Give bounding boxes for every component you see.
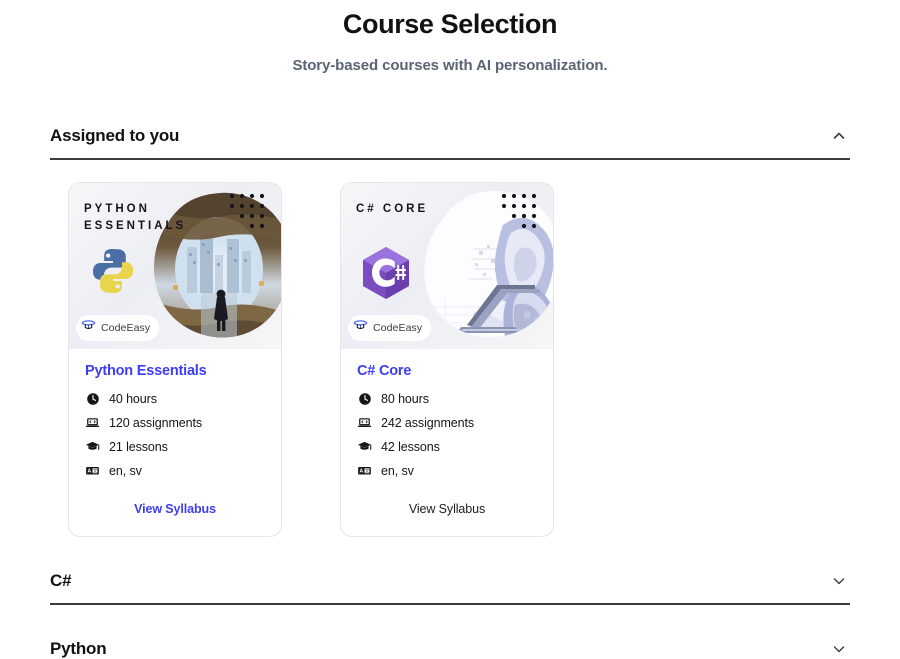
course-meta-hours-text-python: 40 hours	[109, 391, 157, 406]
course-card-body-csharp: C# Core 80 hours 242 assignments 42 less…	[341, 349, 553, 536]
brand-name-csharp: CodeEasy	[373, 322, 423, 334]
course-title-link-csharp[interactable]: C# Core	[357, 363, 537, 379]
accordion-section-assigned: Assigned to you PYTHON ESSENTIALS CodeEa…	[50, 114, 850, 537]
course-meta-hours-python: 40 hours	[85, 391, 265, 406]
course-meta-assignments-csharp: 242 assignments	[357, 415, 537, 430]
course-card-python-essentials[interactable]: PYTHON ESSENTIALS CodeEasy Python Essent…	[68, 182, 282, 537]
accordion-title-assigned: Assigned to you	[50, 126, 180, 145]
accordion-header-python[interactable]: Python	[50, 627, 850, 659]
brand-badge-codeeasy-python: CodeEasy	[76, 315, 160, 341]
clock-icon	[85, 391, 100, 406]
view-syllabus-link-python[interactable]: View Syllabus	[134, 502, 216, 516]
chevron-up-icon[interactable]	[828, 125, 850, 147]
accordion-header-csharp[interactable]: C#	[50, 559, 850, 605]
course-meta-assignments-text-python: 120 assignments	[109, 415, 203, 430]
course-meta-hours-csharp: 80 hours	[357, 391, 537, 406]
dot-grid-decoration	[499, 191, 545, 233]
accordion-header-assigned[interactable]: Assigned to you	[50, 114, 850, 160]
course-selection-page: Course Selection Story-based courses wit…	[0, 0, 900, 659]
translate-icon: A 文	[85, 463, 100, 478]
page-title: Course Selection	[342, 9, 558, 39]
svg-text:文: 文	[365, 467, 370, 474]
thumbnail-title-csharp: C# CORE	[356, 203, 429, 215]
course-meta-assignments-text-csharp: 242 assignments	[381, 415, 475, 430]
python-logo-icon	[87, 245, 139, 302]
svg-text:A: A	[359, 469, 363, 475]
translate-icon: A 文	[357, 463, 372, 478]
graduation-cap-icon	[353, 318, 368, 338]
page-header: Course Selection Story-based courses wit…	[0, 0, 900, 76]
course-meta-languages-text-python: en, sv	[109, 463, 142, 478]
svg-text:文: 文	[93, 467, 98, 474]
course-thumbnail-python: PYTHON ESSENTIALS CodeEasy	[69, 183, 281, 349]
brand-badge-codeeasy-csharp: CodeEasy	[348, 315, 432, 341]
course-meta-lessons-text-csharp: 42 lessons	[381, 439, 440, 454]
laptop-code-icon	[85, 415, 100, 430]
course-meta-lessons-python: 21 lessons	[85, 439, 265, 454]
course-card-csharp-core[interactable]: C# CORE CodeEasy C# Core 80 hours 242 as…	[340, 182, 554, 537]
dot-grid-decoration	[227, 191, 273, 233]
graduation-cap-icon	[81, 318, 96, 338]
chevron-down-icon[interactable]	[828, 570, 850, 592]
course-title-link-python[interactable]: Python Essentials	[85, 363, 265, 379]
accordion-section-csharp: C#	[50, 559, 850, 605]
accordion-section-python: Python	[50, 627, 850, 659]
syllabus-row-python: View Syllabus	[85, 487, 265, 536]
course-meta-languages-text-csharp: en, sv	[381, 463, 414, 478]
clock-icon	[357, 391, 372, 406]
course-meta-lessons-csharp: 42 lessons	[357, 439, 537, 454]
chevron-down-icon[interactable]	[828, 638, 850, 659]
course-meta-assignments-python: 120 assignments	[85, 415, 265, 430]
accordion-title-csharp: C#	[50, 571, 72, 590]
syllabus-row-csharp: View Syllabus	[357, 487, 537, 536]
course-card-body-python: Python Essentials 40 hours 120 assignmen…	[69, 349, 281, 536]
svg-text:A: A	[87, 469, 91, 475]
accordion-list: Assigned to you PYTHON ESSENTIALS CodeEa…	[50, 114, 850, 659]
page-subtitle: Story-based courses with AI personalizat…	[292, 57, 608, 74]
thumbnail-title-python: PYTHON ESSENTIALS	[84, 203, 187, 232]
brand-name-python: CodeEasy	[101, 322, 151, 334]
view-syllabus-link-csharp[interactable]: View Syllabus	[409, 502, 485, 516]
course-meta-languages-python: A 文 en, sv	[85, 463, 265, 478]
graduation-cap-icon	[85, 439, 100, 454]
course-card-grid: PYTHON ESSENTIALS CodeEasy Python Essent…	[50, 160, 850, 537]
csharp-logo-icon	[359, 245, 413, 306]
course-meta-lessons-text-python: 21 lessons	[109, 439, 168, 454]
laptop-code-icon	[357, 415, 372, 430]
course-thumbnail-csharp: C# CORE CodeEasy	[341, 183, 553, 349]
course-meta-languages-csharp: A 文 en, sv	[357, 463, 537, 478]
graduation-cap-icon	[357, 439, 372, 454]
accordion-title-python: Python	[50, 639, 107, 658]
course-meta-hours-text-csharp: 80 hours	[381, 391, 429, 406]
